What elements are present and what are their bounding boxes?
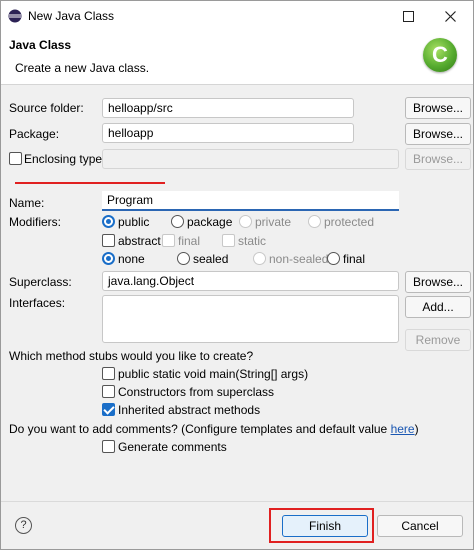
interfaces-label: Interfaces: bbox=[9, 296, 66, 310]
generate-comments-label: Generate comments bbox=[118, 440, 227, 454]
modifier-public-radio[interactable] bbox=[102, 215, 115, 228]
enclosing-type-input[interactable] bbox=[102, 149, 399, 169]
title-bar: New Java Class bbox=[1, 1, 473, 31]
close-button[interactable] bbox=[433, 1, 467, 31]
inheritance-sealed-label: sealed bbox=[193, 252, 229, 266]
modifiers-label: Modifiers: bbox=[9, 215, 62, 229]
footer-divider bbox=[1, 501, 473, 502]
generate-comments-checkbox[interactable] bbox=[102, 440, 115, 453]
inheritance-final-label: final bbox=[343, 252, 366, 266]
package-label: Package: bbox=[9, 127, 60, 141]
modifier-private-label: private bbox=[255, 215, 292, 229]
configure-templates-link[interactable]: here bbox=[391, 422, 415, 436]
stub-inherited-label: Inherited abstract methods bbox=[118, 403, 261, 417]
maximize-icon bbox=[402, 10, 414, 22]
static-label: static bbox=[238, 234, 267, 248]
abstract-label: abstract bbox=[118, 234, 161, 248]
final-checkbox[interactable] bbox=[162, 234, 175, 247]
modifier-public-label: public bbox=[118, 215, 150, 229]
close-icon bbox=[444, 10, 456, 22]
inheritance-non-sealed-label: non-sealed bbox=[269, 252, 329, 266]
inheritance-none-label: none bbox=[118, 252, 145, 266]
source-folder-label: Source folder: bbox=[9, 101, 84, 115]
final-label: final bbox=[178, 234, 201, 248]
modifier-protected-radio[interactable] bbox=[308, 215, 321, 228]
modifier-package-radio[interactable] bbox=[171, 215, 184, 228]
package-input[interactable]: helloapp bbox=[102, 123, 354, 143]
stub-constructors-label: Constructors from superclass bbox=[118, 385, 275, 399]
cancel-button[interactable]: Cancel bbox=[377, 515, 463, 537]
inheritance-non-sealed-radio[interactable] bbox=[253, 252, 266, 265]
method-stubs-question: Which method stubs would you like to cre… bbox=[9, 349, 254, 363]
superclass-browse-button[interactable]: Browse... bbox=[405, 271, 471, 293]
stub-main-checkbox[interactable] bbox=[102, 367, 115, 380]
new-class-wizard-icon: C bbox=[423, 38, 457, 72]
inheritance-final-radio[interactable] bbox=[327, 252, 340, 265]
abstract-checkbox[interactable] bbox=[102, 234, 115, 247]
enclosing-type-label: Enclosing type: bbox=[24, 152, 106, 166]
inheritance-sealed-radio[interactable] bbox=[177, 252, 190, 265]
name-annotation-underline bbox=[15, 182, 165, 184]
window-title: New Java Class bbox=[28, 9, 115, 23]
maximize-button[interactable] bbox=[391, 1, 425, 31]
stub-inherited-checkbox[interactable] bbox=[102, 403, 115, 416]
dialog-header: Java Class Create a new Java class. C bbox=[1, 31, 473, 85]
interfaces-remove-button[interactable]: Remove bbox=[405, 329, 471, 351]
enclosing-type-browse-button[interactable]: Browse... bbox=[405, 148, 471, 170]
comments-question: Do you want to add comments? (Configure … bbox=[9, 422, 419, 436]
interfaces-list[interactable] bbox=[102, 295, 399, 343]
help-button[interactable]: ? bbox=[15, 517, 32, 534]
source-folder-browse-button[interactable]: Browse... bbox=[405, 97, 471, 119]
header-subtitle: Create a new Java class. bbox=[15, 61, 150, 75]
static-checkbox[interactable] bbox=[222, 234, 235, 247]
superclass-input[interactable]: java.lang.Object bbox=[102, 271, 399, 291]
stub-constructors-checkbox[interactable] bbox=[102, 385, 115, 398]
enclosing-type-checkbox[interactable] bbox=[9, 152, 22, 165]
package-browse-button[interactable]: Browse... bbox=[405, 123, 471, 145]
superclass-label: Superclass: bbox=[9, 275, 72, 289]
inheritance-none-radio[interactable] bbox=[102, 252, 115, 265]
interfaces-add-button[interactable]: Add... bbox=[405, 296, 471, 318]
stub-main-label: public static void main(String[] args) bbox=[118, 367, 309, 381]
source-folder-input[interactable]: helloapp/src bbox=[102, 98, 354, 118]
header-title: Java Class bbox=[9, 38, 72, 52]
modifier-protected-label: protected bbox=[324, 215, 375, 229]
finish-button[interactable]: Finish bbox=[282, 515, 368, 537]
modifier-private-radio[interactable] bbox=[239, 215, 252, 228]
eclipse-app-icon bbox=[8, 9, 22, 23]
new-java-class-dialog: New Java Class Java Class Create a new J… bbox=[0, 0, 474, 550]
name-label: Name: bbox=[9, 196, 45, 210]
modifier-package-label: package bbox=[187, 215, 233, 229]
name-input[interactable]: Program bbox=[102, 191, 399, 211]
